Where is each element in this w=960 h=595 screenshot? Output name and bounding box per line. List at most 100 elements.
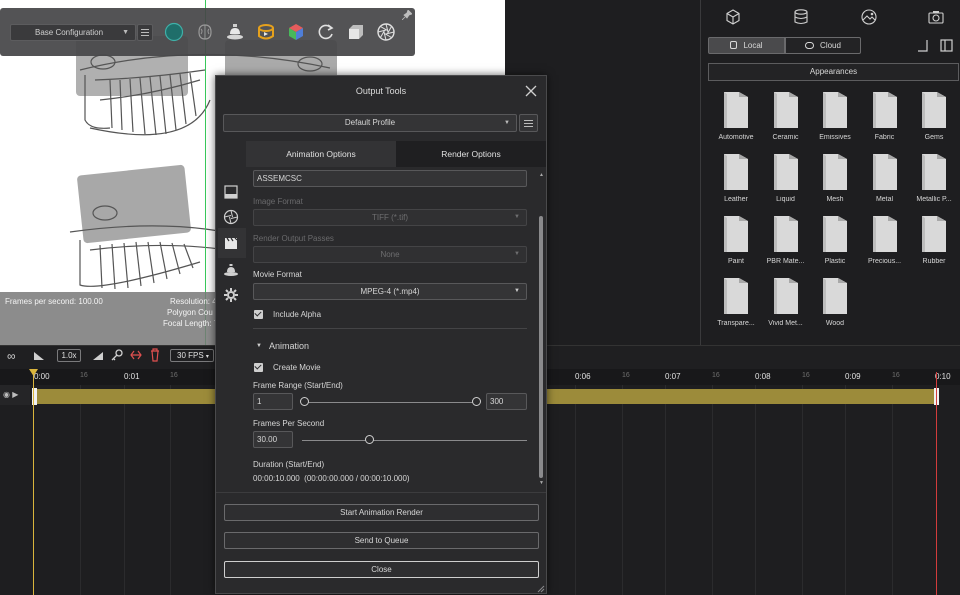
frame-range-start-knob[interactable] <box>300 397 309 406</box>
folder-item[interactable]: Wood <box>811 276 859 327</box>
ease-in-icon[interactable] <box>33 351 45 361</box>
folder-item[interactable]: Mesh <box>811 152 859 203</box>
camera-aperture-icon[interactable] <box>376 22 396 42</box>
render-teapot-icon[interactable] <box>225 22 245 42</box>
frame-range-slider-track[interactable] <box>304 402 477 403</box>
frame-range-end-knob[interactable] <box>472 397 481 406</box>
fps-input[interactable]: 30.00 <box>253 431 293 448</box>
folder-item[interactable]: Precious... <box>861 214 909 265</box>
folder-icon <box>773 92 798 128</box>
segment-cloud[interactable]: Cloud <box>785 37 861 54</box>
configuration-select[interactable]: Base Configuration ▼ <box>10 24 136 41</box>
folder-label: Paint <box>728 258 744 265</box>
keyframe-snap-icon[interactable] <box>130 349 142 361</box>
folder-item[interactable]: Transpare... <box>712 276 760 327</box>
timeline-grid-line <box>892 385 893 595</box>
folder-label: Gems <box>924 134 944 141</box>
chevron-down-icon[interactable]: ▼ <box>256 343 262 349</box>
frame-end-input[interactable]: 300 <box>486 393 527 410</box>
animation-section-header[interactable]: Animation <box>269 341 309 351</box>
folder-item[interactable]: Vivid Met... <box>762 276 810 327</box>
close-button[interactable]: Close <box>224 561 539 578</box>
appearances-button[interactable]: Appearances <box>708 63 959 81</box>
folder-item[interactable]: Rubber <box>910 214 958 265</box>
timeline-grid-line <box>124 385 125 595</box>
fps-slider-track[interactable] <box>302 440 527 441</box>
refresh-icon[interactable] <box>316 22 336 42</box>
output-tools-icon[interactable] <box>256 22 276 42</box>
folder-item[interactable]: Ceramic <box>762 90 810 141</box>
movie-format-value: MPEG-4 (*.mp4) <box>360 287 420 296</box>
image-output-icon[interactable] <box>223 184 239 200</box>
folder-label: Fabric <box>874 134 895 141</box>
folder-item[interactable]: Automotive <box>712 90 760 141</box>
fps-slider-knob[interactable] <box>365 435 374 444</box>
name-input[interactable]: ASSEMCSC <box>253 170 527 187</box>
ease-out-icon[interactable] <box>92 351 104 361</box>
folder-item[interactable]: Liquid <box>762 152 810 203</box>
folder-icon <box>823 92 847 128</box>
aperture-icon[interactable] <box>223 209 239 225</box>
models-tab-icon[interactable] <box>724 8 742 26</box>
include-alpha-checkbox[interactable] <box>254 310 263 319</box>
image-format-select[interactable]: TIFF (*.tif) ▼ <box>253 209 527 226</box>
tab-render-options[interactable]: Render Options <box>396 141 546 167</box>
folder-item[interactable]: Plastic <box>811 214 859 265</box>
folder-item[interactable]: Gems <box>910 90 958 141</box>
fps-select[interactable]: 30 FPS ▾ <box>170 349 214 362</box>
end-marker[interactable] <box>936 372 937 595</box>
teapot-icon[interactable] <box>223 261 239 277</box>
send-to-queue-button[interactable]: Send to Queue <box>224 532 539 549</box>
start-animation-render-button[interactable]: Start Animation Render <box>224 504 539 521</box>
movie-format-select[interactable]: MPEG-4 (*.mp4) ▼ <box>253 283 527 300</box>
close-icon[interactable] <box>524 84 538 98</box>
segment-local[interactable]: Local <box>708 37 785 54</box>
view-toggle-icon[interactable] <box>917 39 929 52</box>
frame-start-input[interactable]: 1 <box>253 393 293 410</box>
clapperboard-icon[interactable] <box>223 235 239 251</box>
environments-tab-icon[interactable] <box>860 8 878 26</box>
tab-animation-options[interactable]: Animation Options <box>246 141 396 167</box>
profile-menu-button[interactable] <box>519 114 538 132</box>
folder-item[interactable]: PBR Mate... <box>762 214 810 265</box>
track-play-icon[interactable]: ◉ ▶ <box>3 390 18 399</box>
folder-item[interactable]: Fabric <box>861 90 909 141</box>
brain-icon[interactable] <box>195 22 215 42</box>
tick-label-minor: 16 <box>80 372 88 379</box>
pin-icon[interactable] <box>402 10 412 20</box>
tick-label: 0:10 <box>935 372 951 381</box>
gear-icon[interactable] <box>223 287 239 303</box>
scroll-down-icon[interactable]: ▼ <box>539 480 544 486</box>
speed-select[interactable]: 1.0x <box>57 349 81 362</box>
box-export-icon[interactable] <box>346 22 366 42</box>
key-icon[interactable] <box>111 349 123 361</box>
delete-keyframe-icon[interactable] <box>149 348 161 362</box>
scrollbar[interactable]: ▲ ▼ <box>539 172 544 488</box>
loop-icon[interactable]: ∞ <box>7 349 16 363</box>
folder-item[interactable]: Metal <box>861 152 909 203</box>
color-cube-icon[interactable] <box>286 22 306 42</box>
configuration-menu-button[interactable] <box>137 24 153 41</box>
folder-item[interactable]: Leather <box>712 152 760 203</box>
tick-label: 0:08 <box>755 372 771 381</box>
create-movie-checkbox[interactable] <box>254 363 263 372</box>
panel-layout-icon[interactable] <box>940 39 953 52</box>
folder-item[interactable]: Emissives <box>811 90 859 141</box>
folder-icon <box>823 154 847 190</box>
scroll-up-icon[interactable]: ▲ <box>539 172 544 178</box>
materials-tab-icon[interactable] <box>792 8 810 26</box>
scrollbar-thumb[interactable] <box>539 216 543 478</box>
folder-icon <box>922 92 946 128</box>
environment-sphere-icon[interactable] <box>164 22 184 42</box>
folder-icon <box>872 92 897 128</box>
render-passes-select[interactable]: None ▼ <box>253 246 527 263</box>
profile-select[interactable]: Default Profile ▼ <box>223 114 517 132</box>
folder-item[interactable]: Metallic P... <box>910 152 958 203</box>
folder-icon <box>872 216 897 252</box>
folder-label: Transpare... <box>717 320 755 327</box>
playhead[interactable] <box>33 372 34 595</box>
playhead-marker-icon[interactable] <box>29 369 38 376</box>
folder-item[interactable]: Paint <box>712 214 760 265</box>
resize-grip-icon[interactable] <box>536 584 545 593</box>
backplates-tab-icon[interactable] <box>927 8 945 26</box>
